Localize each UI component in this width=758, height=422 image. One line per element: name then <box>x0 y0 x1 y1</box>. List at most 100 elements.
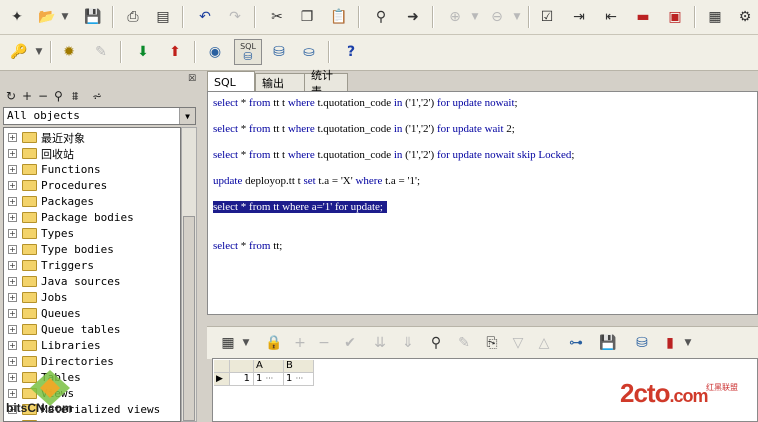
expand-node-icon[interactable]: + <box>8 133 17 142</box>
key-dropdown-icon[interactable]: ▼ <box>32 41 46 63</box>
expand-node-icon[interactable]: + <box>8 197 17 206</box>
tree-item[interactable]: + 最近对象 <box>8 130 85 145</box>
save-icon[interactable]: 💾 <box>82 6 104 28</box>
lock-icon[interactable]: 🔒 <box>263 332 285 354</box>
tab-statistics[interactable]: 统计表 <box>304 69 348 98</box>
cut-icon[interactable]: ✂ <box>266 6 288 28</box>
delete-record-icon[interactable]: − <box>313 332 335 354</box>
expand-node-icon[interactable]: + <box>8 181 17 190</box>
print-preview-icon[interactable]: ▤ <box>152 6 174 28</box>
tree-item[interactable]: + Triggers <box>8 258 94 273</box>
query-by-example-icon[interactable]: ⛁ <box>631 332 653 354</box>
open-icon[interactable]: 📂 <box>36 6 58 28</box>
close-panel-icon[interactable]: ☒ <box>188 72 196 86</box>
post-changes-icon[interactable]: ✔ <box>339 332 361 354</box>
indent-icon[interactable]: ⇥ <box>568 6 590 28</box>
expand-node-icon[interactable]: + <box>8 293 17 302</box>
tools-icon[interactable]: ⚙ <box>734 6 756 28</box>
gear-icon[interactable]: ✹ <box>58 41 80 63</box>
tree-item[interactable]: + Directories <box>8 354 114 369</box>
column-header-b[interactable]: B <box>284 360 314 373</box>
break-icon[interactable]: ✎ <box>90 41 112 63</box>
table-cell[interactable]: 1 ··· <box>284 373 314 386</box>
uncomment-icon[interactable]: ⊕ <box>444 6 466 28</box>
expand-node-icon[interactable]: + <box>8 341 17 350</box>
refresh-icon[interactable]: ↻ <box>6 89 16 103</box>
column-header-a[interactable]: A <box>254 360 284 373</box>
expand-node-icon[interactable]: + <box>8 277 17 286</box>
insert-record-icon[interactable]: + <box>289 332 311 354</box>
expand-node-icon[interactable]: + <box>8 213 17 222</box>
expand-node-icon[interactable]: + <box>8 165 17 174</box>
find-object-icon[interactable]: ⚲ <box>54 89 63 103</box>
unindent-icon[interactable]: ⇤ <box>600 6 622 28</box>
expand-node-icon[interactable]: + <box>8 229 17 238</box>
tab-output[interactable]: 输出 <box>255 73 307 91</box>
find-icon[interactable]: ⚲ <box>425 332 447 354</box>
paste-icon[interactable]: 📋 <box>328 6 350 28</box>
expand-node-icon[interactable]: + <box>8 309 17 318</box>
comment-dropdown-icon[interactable]: ▼ <box>510 6 524 28</box>
new-icon[interactable]: ✦ <box>6 6 28 28</box>
sql-line[interactable]: update deployop.tt t set t.a = 'X' where… <box>213 175 420 187</box>
tree-item[interactable]: + Queue tables <box>8 322 120 337</box>
expand-icon[interactable]: + <box>22 89 32 103</box>
tree-item[interactable]: + Queues <box>8 306 81 321</box>
cell-ellipsis[interactable]: ··· <box>266 374 274 383</box>
sql-line[interactable]: select * from tt; <box>213 240 282 252</box>
scrollbar-thumb[interactable] <box>183 216 195 421</box>
tree-scrollbar[interactable] <box>181 127 197 422</box>
tree-item[interactable]: + Package bodies <box>8 210 134 225</box>
print-icon[interactable]: ⎙ <box>122 6 144 28</box>
clear-icon[interactable]: ✎ <box>453 332 475 354</box>
previous-icon[interactable]: △ <box>533 332 555 354</box>
tree-view-icon[interactable]: ⊶ <box>565 332 587 354</box>
upper-case-icon[interactable]: ▬ <box>632 6 654 28</box>
rollback-icon[interactable]: ⬆ <box>164 41 186 63</box>
undo-icon[interactable]: ↶ <box>194 6 216 28</box>
find-next-icon[interactable]: ➜ <box>402 6 424 28</box>
tree-item[interactable]: + Jobs <box>8 290 68 305</box>
chevron-down-icon[interactable]: ▼ <box>179 108 195 124</box>
tree-item[interactable]: + Functions <box>8 162 101 177</box>
tree-item[interactable]: + Type bodies <box>8 242 114 257</box>
sql-line[interactable]: select * from tt t where t.quotation_cod… <box>213 123 515 135</box>
commit-icon[interactable]: ⬇ <box>132 41 154 63</box>
lower-case-icon[interactable]: ▣ <box>664 6 686 28</box>
tree-item[interactable]: + Java sources <box>8 274 120 289</box>
log-on-icon[interactable]: ◉ <box>204 41 226 63</box>
find-icon[interactable]: ⚲ <box>370 6 392 28</box>
collapse-icon[interactable]: − <box>38 89 48 103</box>
fetch-last-icon[interactable]: ⇓ <box>397 332 419 354</box>
sql-window-icon[interactable]: SQL ⛁ <box>234 39 262 65</box>
tree-item[interactable]: + Procedures <box>8 178 107 193</box>
sql-line-selected[interactable]: select * from tt where a='1' for update; <box>213 201 387 213</box>
help-icon[interactable]: ? <box>340 41 362 63</box>
tab-sql[interactable]: SQL <box>207 71 255 92</box>
object-filter-select[interactable]: All objects ▼ <box>3 107 196 125</box>
open-dropdown-icon[interactable]: ▼ <box>58 6 72 28</box>
grid-select-dropdown-icon[interactable]: ▼ <box>239 332 253 354</box>
sql-line[interactable]: select * from tt t where t.quotation_cod… <box>213 97 518 109</box>
command-window-icon[interactable]: ⛁ <box>268 41 290 63</box>
chart-icon[interactable]: ▮ <box>659 332 681 354</box>
copy-icon[interactable]: ❐ <box>296 6 318 28</box>
sql-line[interactable]: select * from tt t where t.quotation_cod… <box>213 149 574 161</box>
comment-icon[interactable]: ⊖ <box>486 6 508 28</box>
expand-node-icon[interactable]: + <box>8 245 17 254</box>
next-icon[interactable]: ▽ <box>507 332 529 354</box>
tree-item[interactable]: + Types <box>8 226 74 241</box>
filter-edit-icon[interactable]: ⩫ <box>92 89 102 103</box>
export-icon[interactable]: ⎘ <box>481 332 503 354</box>
cell-ellipsis[interactable]: ··· <box>296 374 304 383</box>
filter-icon[interactable]: ⩩ <box>72 89 78 103</box>
window-list-icon[interactable]: ▦ <box>704 6 726 28</box>
expand-node-icon[interactable]: + <box>8 261 17 270</box>
key-icon[interactable]: 🔑 <box>8 41 30 63</box>
expand-node-icon[interactable]: + <box>8 149 17 158</box>
chart-dropdown-icon[interactable]: ▼ <box>681 332 695 354</box>
redo-icon[interactable]: ↷ <box>224 6 246 28</box>
tree-item[interactable]: + Packages <box>8 194 94 209</box>
table-cell[interactable]: 1 ··· <box>254 373 284 386</box>
explain-plan-icon[interactable]: ⛀ <box>298 41 320 63</box>
